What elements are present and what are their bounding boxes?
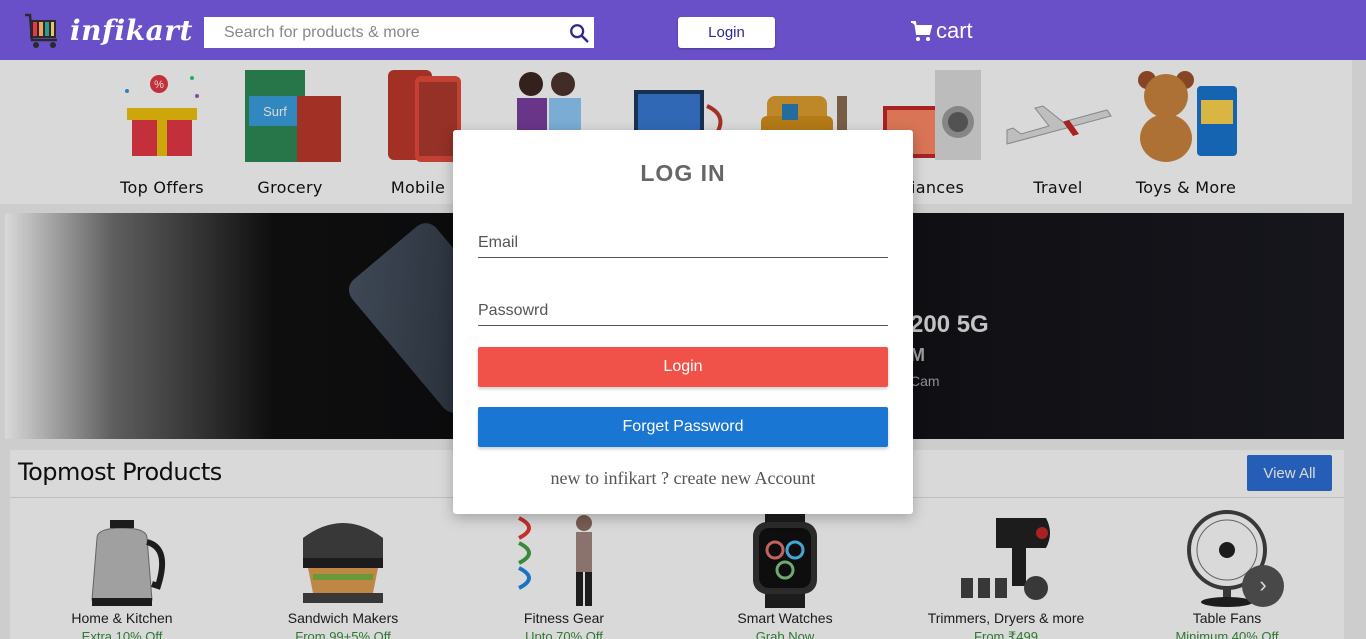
password-field[interactable] xyxy=(478,296,888,326)
forget-password-button[interactable]: Forget Password xyxy=(478,407,888,447)
email-field[interactable] xyxy=(478,228,888,258)
top-header: infikart Login cart xyxy=(0,0,1366,60)
logo-text: infikart xyxy=(70,13,193,47)
search-icon[interactable] xyxy=(568,22,590,44)
create-account-link[interactable]: new to infikart ? create new Account xyxy=(453,468,913,489)
search-input[interactable] xyxy=(204,17,554,48)
header-login-button[interactable]: Login xyxy=(678,17,775,48)
modal-title: LOG IN xyxy=(640,160,726,186)
login-submit-button[interactable]: Login xyxy=(478,347,888,387)
cart-icon xyxy=(911,21,933,41)
logo[interactable]: infikart xyxy=(24,10,193,50)
login-modal: LOG IN Login Forget Password new to infi… xyxy=(453,130,913,514)
cart-label: cart xyxy=(936,18,973,43)
cart-link[interactable]: cart xyxy=(910,18,973,44)
shopping-cart-logo-icon xyxy=(25,13,57,48)
search-bar xyxy=(204,17,594,48)
